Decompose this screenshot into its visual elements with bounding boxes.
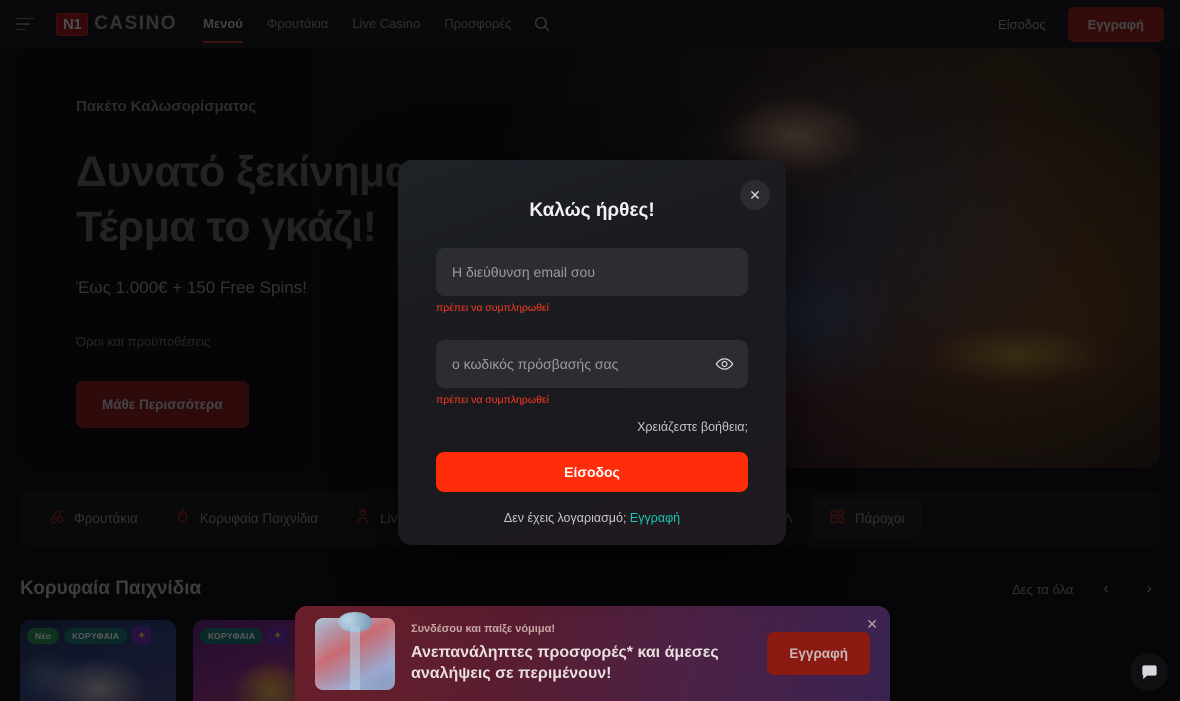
chat-bubble-icon[interactable] <box>1130 653 1168 691</box>
gift-box-icon <box>315 617 395 690</box>
promo-title-line1: Ανεπανάληπτες προσφορές* και άμεσες <box>411 643 719 661</box>
modal-close-icon[interactable]: ✕ <box>740 180 770 210</box>
password-error-message: πρέπει να συμπληρωθεί <box>436 394 549 406</box>
password-input[interactable] <box>436 340 748 388</box>
modal-title: Καλώς ήρθες! <box>529 200 655 221</box>
login-submit-button[interactable]: Είσοδος <box>436 452 748 492</box>
email-input-wrap <box>436 248 748 296</box>
email-field-group: πρέπει να συμπληρωθεί <box>436 248 748 314</box>
login-modal: ✕ Καλώς ήρθες! πρέπει να συμπληρωθεί πρέ… <box>398 160 786 545</box>
eye-icon[interactable] <box>715 355 734 374</box>
password-input-wrap <box>436 340 748 388</box>
signup-prompt-text: Δεν έχεις λογαριασμό; <box>503 511 627 525</box>
promo-text: Συνδέσου και παίξε νόμιμα! Ανεπανάληπτες… <box>411 623 751 685</box>
page-root: N1 CASINO Μενού Φρουτάκια Live Casino Πρ… <box>0 0 1180 701</box>
promo-signup-button[interactable]: Εγγραφή <box>767 632 870 675</box>
signup-prompt: Δεν έχεις λογαριασμό; Εγγραφή <box>436 511 748 525</box>
signup-link[interactable]: Εγγραφή <box>630 511 680 525</box>
promo-banner: Συνδέσου και παίξε νόμιμα! Ανεπανάληπτες… <box>295 606 890 701</box>
promo-title-line2: αναλήψεις σε περιμένουν! <box>411 665 612 682</box>
close-icon[interactable]: ✕ <box>866 616 878 633</box>
email-error-message: πρέπει να συμπληρωθεί <box>436 302 549 314</box>
email-input[interactable] <box>436 248 748 296</box>
password-field-group: πρέπει να συμπληρωθεί <box>436 340 748 406</box>
help-link[interactable]: Χρειάζεστε βοήθεια; <box>436 420 748 434</box>
promo-kicker: Συνδέσου και παίξε νόμιμα! <box>411 622 555 635</box>
